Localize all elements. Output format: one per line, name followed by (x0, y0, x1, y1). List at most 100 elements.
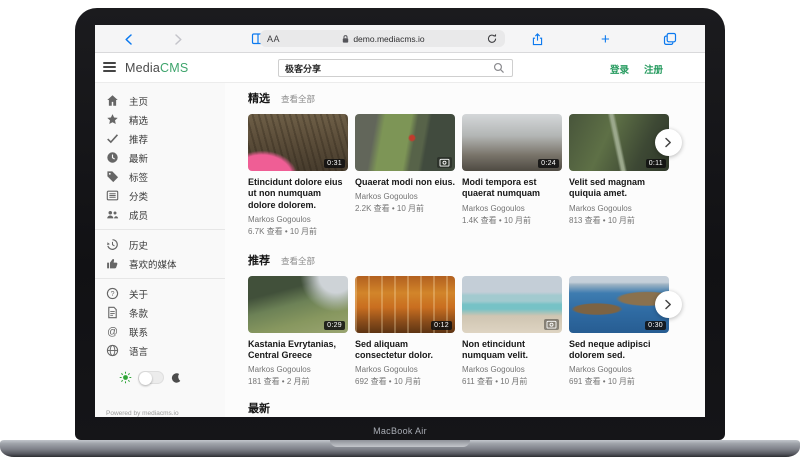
video-author[interactable]: Markos Gogoulos (248, 365, 348, 374)
video-thumbnail[interactable]: 0:29 (248, 276, 348, 333)
video-title[interactable]: Non etincidunt numquam velit. (462, 339, 562, 362)
image-media-icon (437, 157, 452, 168)
video-card[interactable]: Quaerat modi non eius. Markos Gogoulos 2… (355, 114, 455, 237)
sidebar-item-terms[interactable]: 条款 (95, 303, 225, 322)
svg-text:@: @ (107, 326, 118, 338)
video-meta: 6.7K 查看 • 10 月前 (248, 226, 348, 237)
video-author[interactable]: Markos Gogoulos (462, 365, 562, 374)
language-icon (106, 344, 119, 357)
duration-badge: 0:12 (431, 321, 452, 330)
laptop-base (0, 440, 800, 457)
toggle-knob[interactable] (139, 372, 152, 385)
sidebar-item-featured[interactable]: 精选 (95, 110, 225, 129)
browser-viewport: AA demo.mediacms.io + (95, 25, 705, 417)
back-button[interactable] (123, 25, 134, 53)
video-author[interactable]: Markos Gogoulos (355, 192, 455, 201)
search-input[interactable] (279, 63, 486, 73)
video-title[interactable]: Etincidunt dolore eius ut non numquam do… (248, 177, 348, 211)
video-meta: 2.2K 查看 • 10 月前 (355, 203, 455, 214)
sidebar-divider (95, 229, 225, 230)
section-title: 推荐 (248, 252, 270, 268)
plus-icon: + (601, 32, 610, 47)
star-icon (106, 113, 119, 126)
address-bar[interactable]: AA demo.mediacms.io (260, 30, 505, 47)
search-button[interactable] (486, 60, 512, 76)
carousel-next-button[interactable] (655, 129, 682, 156)
history-icon (106, 238, 119, 251)
video-title[interactable]: Velit sed magnam quiquia amet. (569, 177, 669, 200)
video-author[interactable]: Markos Gogoulos (355, 365, 455, 374)
video-title[interactable]: Sed neque adipisci dolorem sed. (569, 339, 669, 362)
search-box (278, 59, 513, 77)
video-title[interactable]: Sed aliquam consectetur dolor. (355, 339, 455, 362)
video-thumbnail[interactable]: 0:11 (569, 114, 669, 171)
video-title[interactable]: Kastania Evrytanias, Central Greece (248, 339, 348, 362)
video-title[interactable]: Modi tempora est quaerat numquam (462, 177, 562, 200)
site-logo[interactable]: MediaCMS (125, 61, 188, 75)
section-title: 精选 (248, 90, 270, 106)
text-size-button[interactable]: AA (267, 34, 280, 44)
login-button[interactable]: 登录 (610, 62, 629, 76)
sidebar-item-categories[interactable]: 分类 (95, 186, 225, 205)
sidebar-item-language[interactable]: 语言 (95, 341, 225, 360)
laptop-screen-bezel: AA demo.mediacms.io + (75, 8, 725, 440)
video-card[interactable]: 0:24 Modi tempora est quaerat numquam Ma… (462, 114, 562, 237)
video-card[interactable]: Non etincidunt numquam velit. Markos Gog… (462, 276, 562, 388)
reload-icon[interactable] (486, 32, 498, 45)
sidebar-item-liked-media[interactable]: 喜欢的媒体 (95, 254, 225, 273)
main-content: 精选 查看全部 0:31 Etincidunt dolore eius ut n… (225, 83, 705, 417)
video-author[interactable]: Markos Gogoulos (462, 204, 562, 213)
categories-icon (106, 189, 119, 202)
new-tab-button[interactable]: + (601, 25, 610, 53)
sidebar-item-recommended[interactable]: 推荐 (95, 129, 225, 148)
video-thumbnail[interactable]: 0:30 (569, 276, 669, 333)
laptop-lid-notch (330, 440, 470, 447)
video-meta: 692 查看 • 10 月前 (355, 376, 455, 387)
theme-toggle[interactable] (138, 371, 164, 384)
sidebar-item-about[interactable]: ? 关于 (95, 284, 225, 303)
menu-button[interactable] (103, 62, 116, 75)
video-author[interactable]: Markos Gogoulos (569, 365, 669, 374)
sidebar-item-latest[interactable]: 最新 (95, 148, 225, 167)
video-thumbnail[interactable] (355, 114, 455, 171)
sidebar-item-tags[interactable]: 标签 (95, 167, 225, 186)
video-card[interactable]: 0:29 Kastania Evrytanias, Central Greece… (248, 276, 348, 388)
share-button[interactable] (531, 25, 544, 53)
carousel-next-button[interactable] (655, 291, 682, 318)
chevron-right-icon (664, 137, 673, 148)
video-card[interactable]: 0:11 Velit sed magnam quiquia amet. Mark… (569, 114, 669, 237)
url-display[interactable]: demo.mediacms.io (280, 34, 486, 44)
video-thumbnail[interactable] (462, 276, 562, 333)
lock-icon (341, 34, 350, 44)
video-card[interactable]: 0:30 Sed neque adipisci dolorem sed. Mar… (569, 276, 669, 388)
forward-button[interactable] (173, 25, 184, 53)
view-all-link[interactable]: 查看全部 (281, 93, 315, 105)
duration-badge: 0:29 (324, 321, 345, 330)
video-title[interactable]: Quaerat modi non eius. (355, 177, 455, 188)
register-button[interactable]: 注册 (644, 62, 663, 76)
video-card[interactable]: 0:12 Sed aliquam consectetur dolor. Mark… (355, 276, 455, 388)
sidebar-item-contact[interactable]: @ 联系 (95, 322, 225, 341)
light-mode-icon[interactable] (119, 371, 132, 384)
video-thumbnail[interactable]: 0:31 (248, 114, 348, 171)
tag-icon (106, 170, 119, 183)
tabs-overview-button[interactable] (663, 25, 677, 53)
chevron-left-icon (123, 33, 134, 46)
image-media-icon (544, 319, 559, 330)
video-meta: 813 查看 • 10 月前 (569, 215, 669, 226)
video-author[interactable]: Markos Gogoulos (569, 204, 669, 213)
section-featured: 精选 查看全部 0:31 Etincidunt dolore eius ut n… (248, 90, 705, 237)
view-all-link[interactable]: 查看全部 (281, 255, 315, 267)
powered-by-text[interactable]: Powered by mediacms.io (95, 408, 225, 417)
sidebar-item-home[interactable]: 主页 (95, 91, 225, 110)
sidebar-item-history[interactable]: 历史 (95, 235, 225, 254)
video-thumbnail[interactable]: 0:24 (462, 114, 562, 171)
video-author[interactable]: Markos Gogoulos (248, 215, 348, 224)
video-card[interactable]: 0:31 Etincidunt dolore eius ut non numqu… (248, 114, 348, 237)
dark-mode-icon[interactable] (170, 372, 182, 384)
share-icon (531, 32, 544, 47)
sidebar-item-members[interactable]: 成员 (95, 205, 225, 224)
section-latest: 最新 (248, 400, 705, 417)
video-thumbnail[interactable]: 0:12 (355, 276, 455, 333)
contact-icon: @ (106, 325, 119, 338)
